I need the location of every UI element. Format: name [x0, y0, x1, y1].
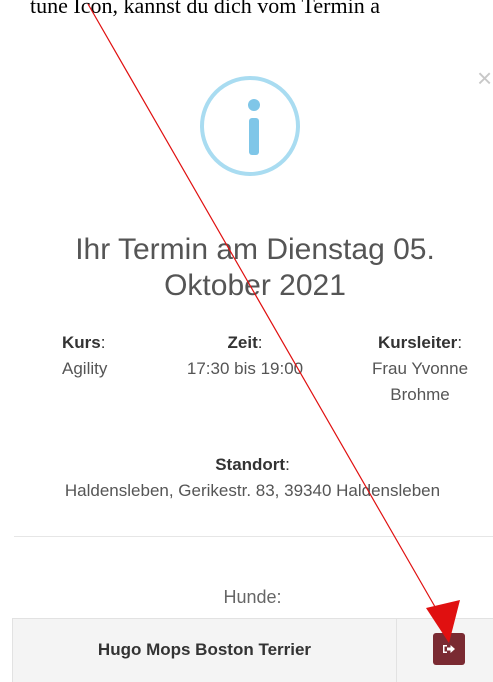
standort-label: Standort [215, 455, 286, 474]
kursleiter-label: Kursleiter [377, 333, 458, 352]
dog-name: Hugo Mops Boston Terrier [13, 619, 397, 682]
kurs-value: Agility [62, 359, 108, 378]
zeit-value: 17:30 bis 19:00 [186, 359, 304, 378]
zeit-info: Zeit: 17:30 bis 19:00 [155, 330, 335, 382]
kursleiter-info: Kursleiter: Frau Yvonne Brohme [350, 330, 490, 408]
zeit-label-row: Zeit: [227, 333, 263, 352]
kurs-label: Kurs [62, 333, 101, 352]
modal-title: Ihr Termin am Dienstag 05. Oktober 2021 [75, 233, 435, 302]
zeit-label: Zeit [227, 333, 258, 352]
dog-row: Hugo Mops Boston Terrier [12, 618, 493, 682]
info-icon-stem [249, 118, 259, 155]
kursleiter-value: Frau Yvonne Brohme [371, 359, 469, 404]
divider [14, 536, 493, 537]
kurs-label-row: Kurs: [62, 333, 106, 352]
hunde-label: Hunde: [223, 587, 282, 607]
standort-label-row: Standort: [215, 455, 290, 474]
info-icon [200, 76, 300, 176]
standort-value: Haldensleben, Gerikestr. 83, 39340 Halde… [64, 481, 441, 500]
sign-out-icon [443, 645, 455, 653]
standort-info: Standort: Haldensleben, Gerikestr. 83, 3… [20, 452, 485, 504]
info-icon-dot [248, 99, 260, 111]
annotation-caption: tune Icon, kannst du dich vom Termin a [30, 0, 380, 18]
kurs-info: Kurs: Agility [22, 330, 142, 382]
close-icon[interactable]: × [477, 65, 493, 91]
kursleiter-label-row: Kursleiter: [377, 333, 463, 352]
leave-appointment-button[interactable] [433, 633, 465, 665]
